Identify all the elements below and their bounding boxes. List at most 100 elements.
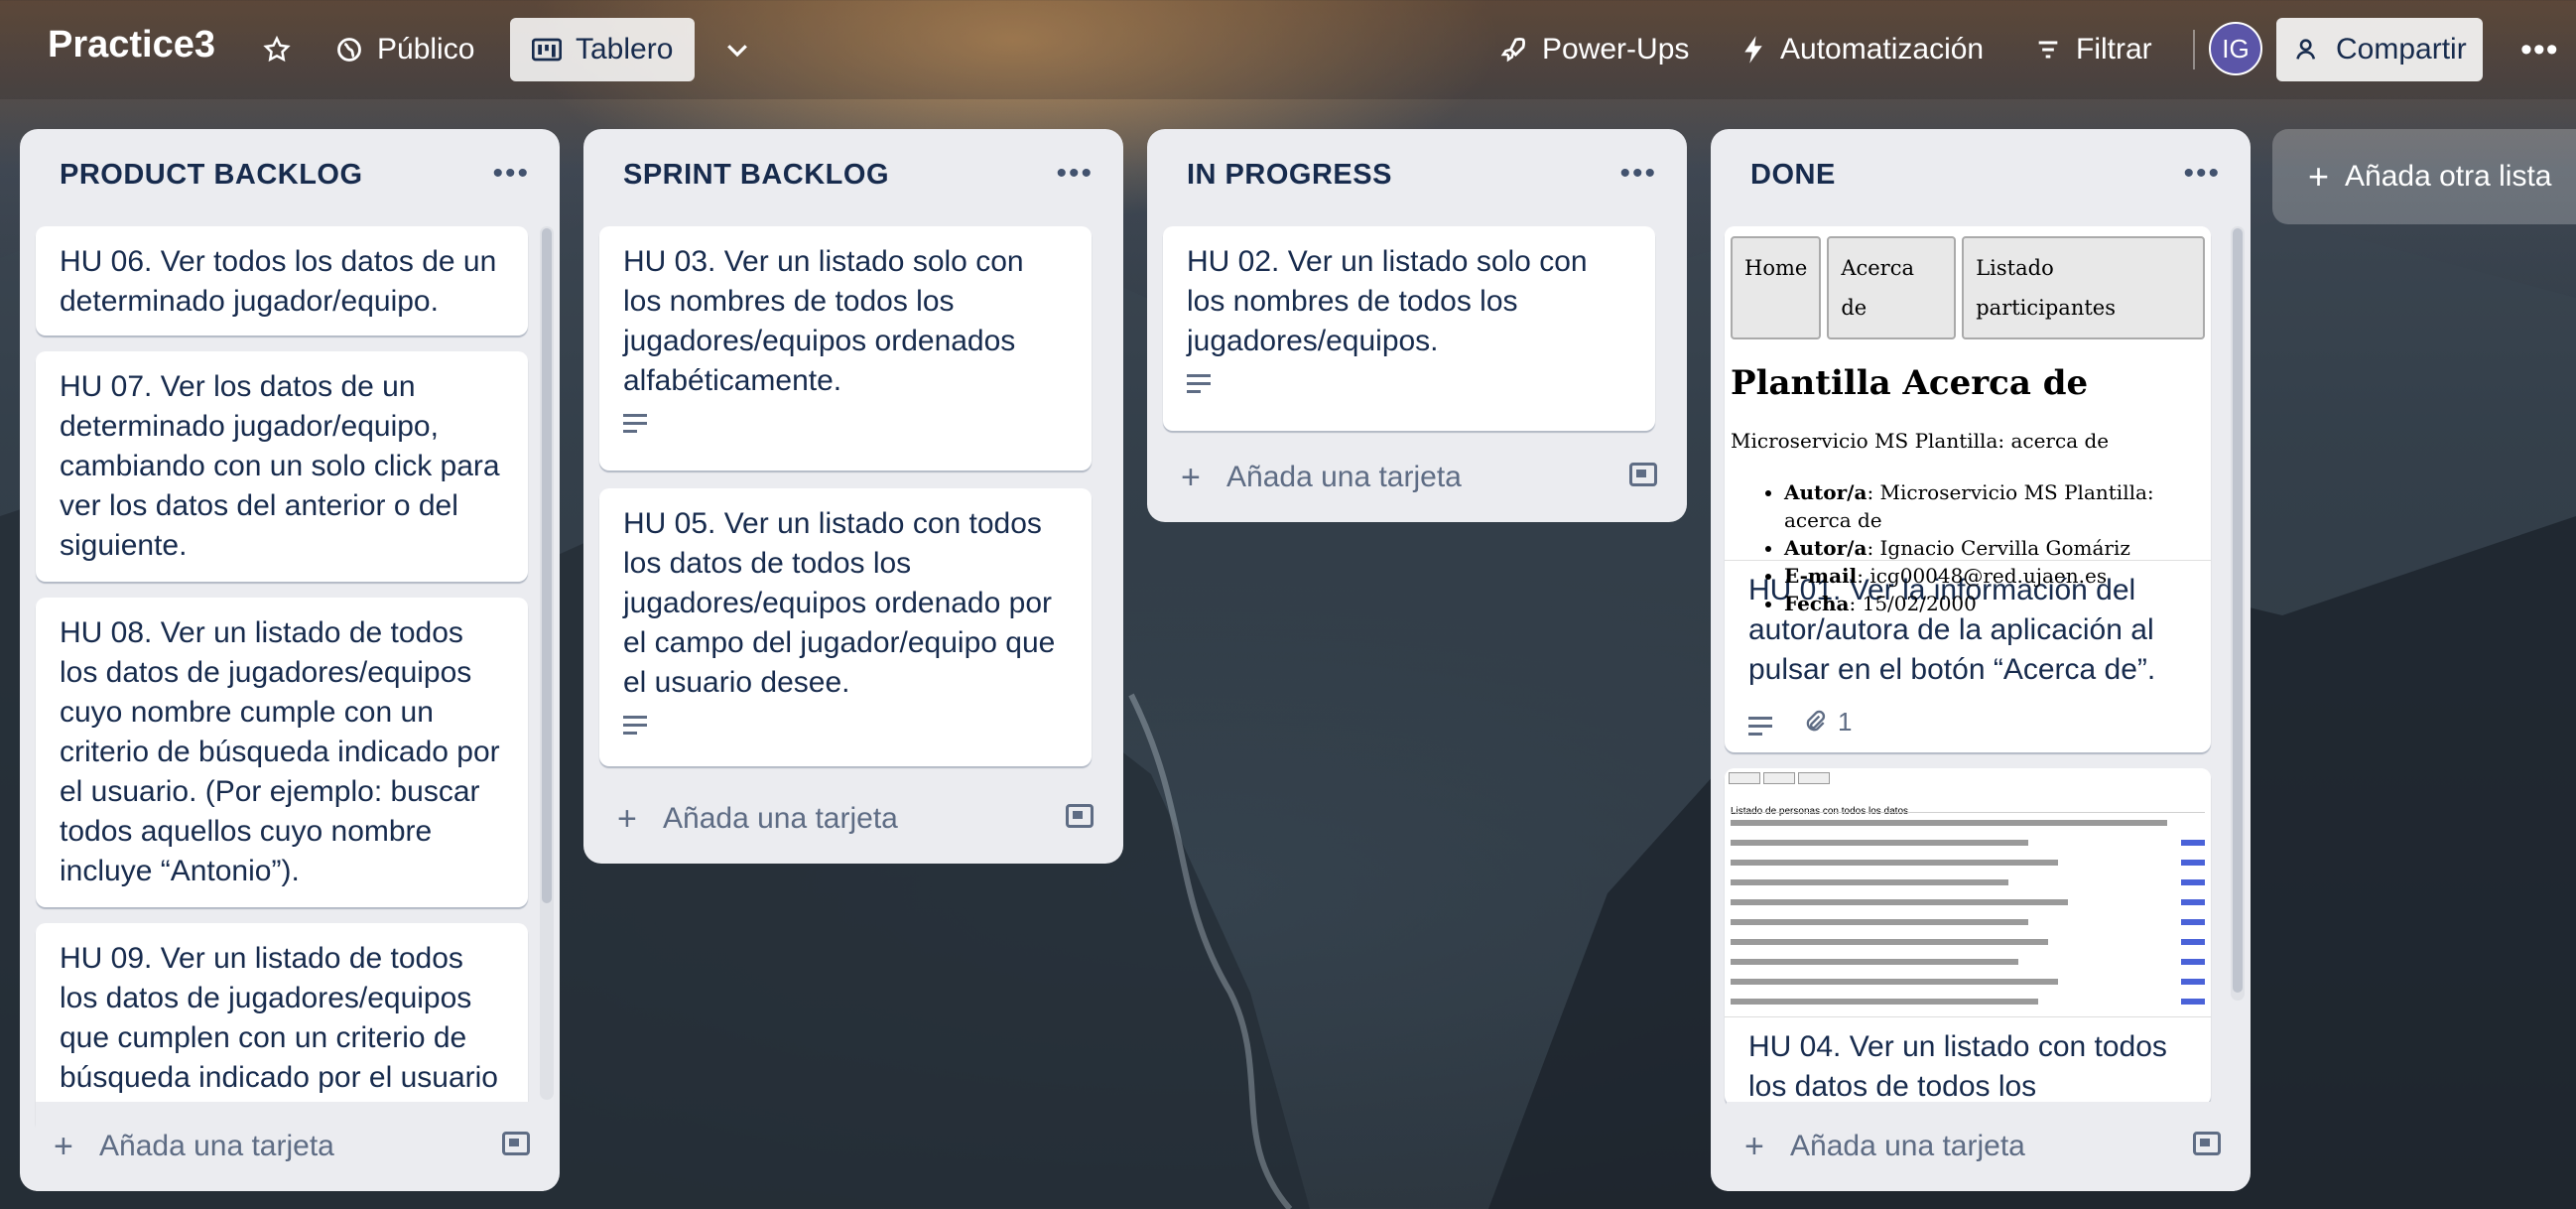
card[interactable]: HU 03. Ver un listado solo con los nombr… — [599, 226, 1092, 470]
attachment-badge: 1 — [1802, 702, 1852, 741]
share-label: Compartir — [2336, 33, 2467, 66]
list-scrollbar[interactable] — [2231, 226, 2245, 1001]
cover-details: Autor/a: Microservicio MS Plantilla: ace… — [1725, 461, 2211, 617]
card-title: HU 07. Ver los datos de un determinado j… — [60, 370, 500, 562]
star-button[interactable] — [248, 18, 306, 81]
card-title: HU 05. Ver un listado con todos los dato… — [623, 507, 1056, 699]
list-header: PRODUCT BACKLOG ••• — [20, 129, 560, 226]
card-title: HU 08. Ver un listado de todos los datos… — [60, 616, 500, 887]
card[interactable]: HU 08. Ver un listado de todos los datos… — [36, 598, 528, 907]
card-title: HU 02. Ver un listado solo con los nombr… — [1187, 245, 1588, 357]
cover-tab: Acerca de — [1827, 236, 1957, 339]
board-icon — [532, 38, 562, 62]
plus-icon: + — [54, 1127, 73, 1165]
template-icon[interactable] — [1629, 463, 1657, 486]
cover-tab: Home — [1731, 236, 1822, 339]
list-menu-button[interactable]: ••• — [1619, 157, 1657, 191]
description-icon — [1748, 712, 1772, 740]
list-sprint-backlog: SPRINT BACKLOG ••• HU 03. Ver un listado… — [583, 129, 1123, 864]
cover-tabs — [1725, 768, 2211, 788]
add-card-button[interactable]: + Añada una tarjeta — [599, 774, 1107, 864]
paperclip-icon — [1806, 710, 1826, 732]
plus-icon: + — [1744, 1127, 1764, 1165]
card[interactable]: HU 07. Ver los datos de un determinado j… — [36, 351, 528, 582]
list-header: SPRINT BACKLOG ••• — [583, 129, 1123, 226]
plus-icon: + — [617, 799, 637, 838]
board-view-button[interactable]: Tablero — [510, 18, 695, 81]
list-title[interactable]: IN PROGRESS — [1187, 159, 1392, 192]
powerups-label: Power-Ups — [1542, 33, 1690, 66]
board-title[interactable]: Practice3 — [48, 24, 215, 67]
card[interactable]: HU 06. Ver todos los datos de un determi… — [36, 226, 528, 336]
card-cover-image: Listado de personas con todos los datos — [1725, 768, 2211, 1017]
list-done: DONE ••• Home Acerca de Listado particip… — [1711, 129, 2251, 1191]
star-icon — [263, 35, 291, 63]
description-icon — [1187, 369, 1211, 398]
add-list-button[interactable]: + Añada otra lista — [2272, 129, 2576, 224]
board-header: Practice3 Público Tablero Power-Ups Auto… — [0, 0, 2576, 99]
more-menu-button[interactable]: ••• — [2507, 18, 2573, 81]
cover-heading: Plantilla Acerca de — [1731, 363, 2089, 403]
add-card-label: Añada una tarjeta — [663, 802, 898, 835]
list-scrollbar[interactable] — [540, 226, 554, 1100]
avatar[interactable]: IG — [2209, 22, 2262, 75]
views-dropdown-button[interactable] — [708, 18, 766, 81]
list-menu-button[interactable]: ••• — [2183, 157, 2221, 191]
automation-label: Automatización — [1780, 33, 1985, 66]
filter-button[interactable]: Filtrar — [2020, 18, 2166, 81]
share-button[interactable]: Compartir — [2276, 18, 2483, 81]
card[interactable]: HU 09. Ver un listado de todos los datos… — [36, 923, 528, 1132]
card-title: HU 04. Ver un listado con todos los dato… — [1748, 1030, 2167, 1103]
card[interactable]: HU 05. Ver un listado con todos los dato… — [599, 488, 1092, 766]
more-icon: ••• — [2520, 30, 2559, 68]
add-card-button[interactable]: + Añada una tarjeta — [36, 1102, 544, 1191]
powerups-button[interactable]: Power-Ups — [1484, 18, 1703, 81]
cover-subtitle: Microservicio MS Plantilla: acerca de — [1731, 429, 2110, 453]
filter-label: Filtrar — [2076, 33, 2152, 66]
automation-button[interactable]: Automatización — [1727, 18, 1997, 81]
list-title[interactable]: PRODUCT BACKLOG — [60, 159, 363, 192]
list-menu-button[interactable]: ••• — [492, 157, 530, 191]
add-card-label: Añada una tarjeta — [99, 1130, 334, 1162]
template-icon[interactable] — [502, 1132, 530, 1155]
scrollbar-thumb[interactable] — [2233, 228, 2243, 993]
scrollbar-thumb[interactable] — [542, 228, 552, 903]
plus-icon: + — [2308, 156, 2330, 197]
rocket-icon — [1500, 38, 1525, 63]
add-card-button[interactable]: + Añada una tarjeta — [1727, 1102, 2235, 1191]
bolt-icon — [1744, 36, 1762, 64]
filter-icon — [2038, 41, 2058, 59]
plus-icon: + — [1181, 458, 1201, 496]
chevron-down-icon — [727, 45, 747, 58]
template-icon[interactable] — [2193, 1132, 2221, 1155]
board-view-label: Tablero — [576, 33, 674, 66]
card-cover-image: Home Acerca de Listado participantes Pla… — [1725, 226, 2211, 615]
card-title: HU 06. Ver todos los datos de un determi… — [60, 245, 497, 318]
card[interactable]: Home Acerca de Listado participantes Pla… — [1725, 226, 2211, 752]
list-in-progress: IN PROGRESS ••• HU 02. Ver un listado so… — [1147, 129, 1687, 522]
list-header: IN PROGRESS ••• — [1147, 129, 1687, 226]
card[interactable]: Listado de personas con todos los datos … — [1725, 768, 2211, 1106]
list-title[interactable]: DONE — [1750, 159, 1836, 192]
card[interactable]: HU 02. Ver un listado solo con los nombr… — [1163, 226, 1655, 431]
template-icon[interactable] — [1066, 804, 1094, 828]
card-title: HU 03. Ver un listado solo con los nombr… — [623, 245, 1024, 397]
header-divider — [2193, 30, 2195, 69]
description-icon — [623, 711, 647, 739]
add-card-label: Añada una tarjeta — [1790, 1130, 2025, 1162]
cover-tab: Listado participantes — [1962, 236, 2205, 339]
list-menu-button[interactable]: ••• — [1056, 157, 1094, 191]
card-title: HU 09. Ver un listado de todos los datos… — [60, 942, 498, 1094]
list-product-backlog: PRODUCT BACKLOG ••• HU 06. Ver todos los… — [20, 129, 560, 1191]
list-header: DONE ••• — [1711, 129, 2251, 226]
visibility-label: Público — [377, 33, 475, 66]
attachment-count: 1 — [1838, 707, 1853, 737]
add-person-icon — [2296, 39, 2316, 60]
list-title[interactable]: SPRINT BACKLOG — [623, 159, 889, 192]
add-card-button[interactable]: + Añada una tarjeta — [1163, 433, 1671, 522]
globe-icon — [337, 38, 361, 62]
card-badges: 1 — [1748, 702, 2187, 741]
add-list-label: Añada otra lista — [2345, 160, 2552, 193]
visibility-button[interactable]: Público — [322, 18, 488, 81]
add-card-label: Añada una tarjeta — [1226, 461, 1462, 493]
